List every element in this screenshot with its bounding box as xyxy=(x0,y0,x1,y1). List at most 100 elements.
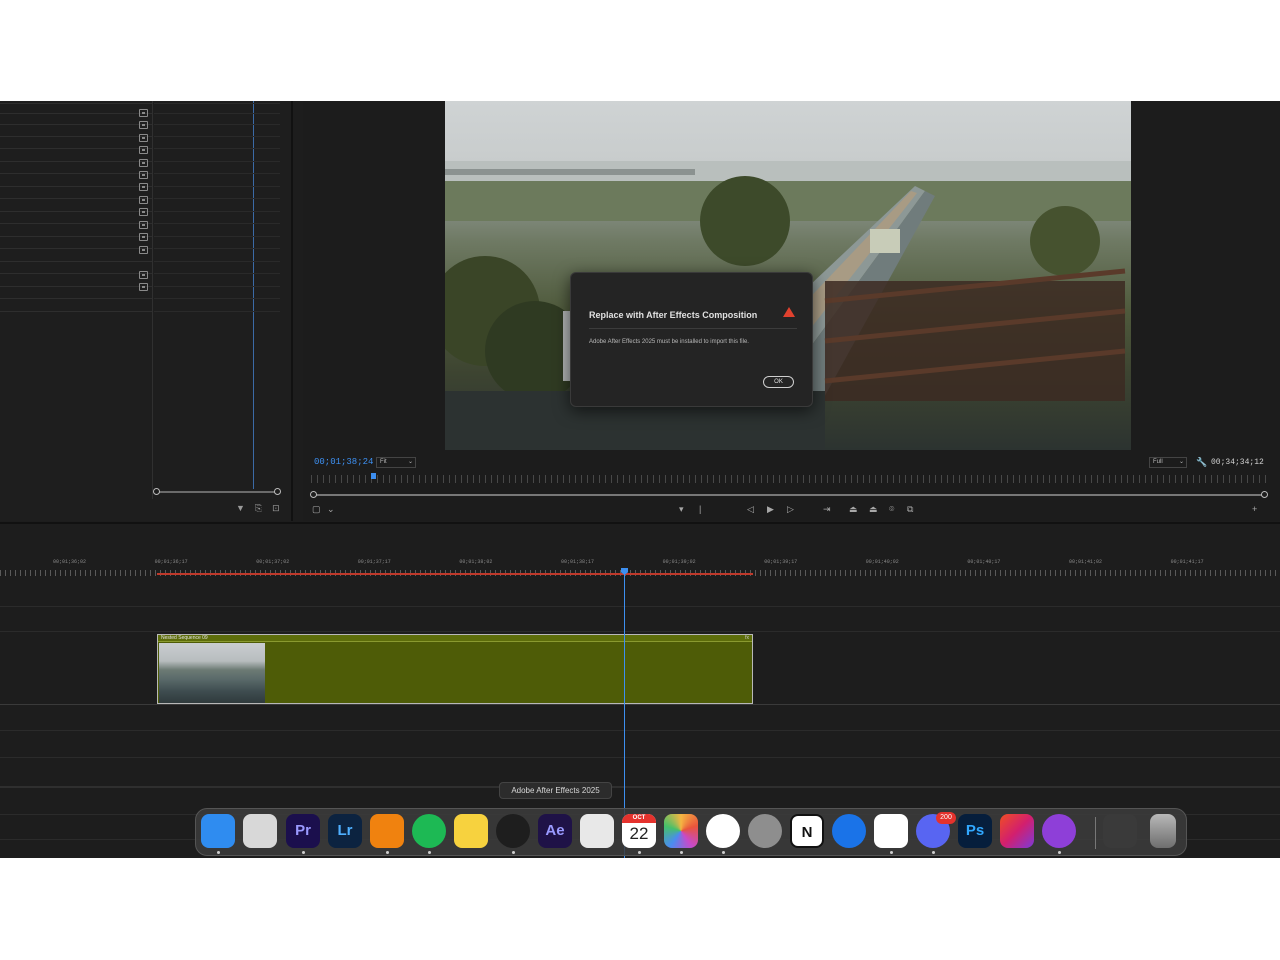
list-row-divider xyxy=(0,248,152,249)
ruler-timecode-label: 00;01;39;17 xyxy=(764,559,798,565)
safe-margins-icon[interactable]: ▢ xyxy=(312,504,321,515)
zoom-slider[interactable] xyxy=(153,488,281,495)
list-row-divider xyxy=(154,311,280,312)
sequence-icon[interactable] xyxy=(139,233,148,241)
lift-icon[interactable]: ⏏ xyxy=(849,504,858,515)
sequence-icon[interactable] xyxy=(139,171,148,179)
zoom-level-select[interactable]: Fit ⌄ xyxy=(376,457,416,468)
video-audio-separator[interactable] xyxy=(0,786,1280,788)
go-to-out-icon[interactable]: ⇥ xyxy=(823,504,831,515)
sequence-icon[interactable] xyxy=(139,146,148,154)
fl-studio-icon[interactable] xyxy=(370,814,404,848)
warning-icon xyxy=(783,307,795,317)
sequence-icon[interactable] xyxy=(139,109,148,117)
sequence-icon[interactable] xyxy=(139,121,148,129)
clip-thumbnail xyxy=(159,643,265,703)
launchpad-icon[interactable] xyxy=(243,814,277,848)
work-area-bar[interactable] xyxy=(157,573,753,575)
wrench-icon[interactable]: 🔧 xyxy=(1196,457,1207,468)
source-playhead[interactable] xyxy=(253,101,254,489)
nested-sequence-clip[interactable]: Nested Sequence 09 fx xyxy=(157,634,753,704)
after-effects-label: Ae xyxy=(545,822,565,839)
ruler-timecode-label: 00;01;39;02 xyxy=(662,559,696,565)
add-button-icon[interactable]: + xyxy=(1252,504,1257,514)
ok-button[interactable]: OK xyxy=(763,376,794,388)
finder-icon[interactable] xyxy=(201,814,235,848)
quicktime-icon[interactable] xyxy=(496,814,530,848)
list-row-divider xyxy=(0,148,152,149)
filter-icon[interactable]: ▼ xyxy=(236,503,245,514)
mark-in-icon[interactable]: ▾ xyxy=(679,504,684,515)
sequence-icon[interactable] xyxy=(139,134,148,142)
fx-badge[interactable]: fx xyxy=(745,635,749,641)
calendar-icon[interactable]: OCT 22 xyxy=(622,814,656,848)
list-row-divider xyxy=(0,273,152,274)
zoom-scroll-bar[interactable] xyxy=(310,491,1268,498)
list-row-divider xyxy=(0,298,152,299)
spotify-icon[interactable] xyxy=(412,814,446,848)
clip-header: Nested Sequence 09 fx xyxy=(158,635,752,642)
comparison-view-icon[interactable]: ⧉ xyxy=(907,504,913,515)
list-row-divider xyxy=(154,173,280,174)
sequence-icon[interactable] xyxy=(139,208,148,216)
mark-out-icon[interactable]: | xyxy=(699,504,701,514)
chrome-icon[interactable] xyxy=(706,814,740,848)
playback-resolution-select[interactable]: Full ⌄ xyxy=(1149,457,1187,468)
play-icon[interactable]: ▶ xyxy=(767,504,774,515)
sequence-icon[interactable] xyxy=(139,246,148,254)
sequence-icon[interactable] xyxy=(139,221,148,229)
sequence-icon[interactable] xyxy=(139,159,148,167)
step-forward-icon[interactable]: ▷ xyxy=(787,504,794,515)
list-row-divider xyxy=(0,261,152,262)
downloads-stack-icon[interactable] xyxy=(1103,814,1137,848)
panel-divider xyxy=(152,101,153,499)
slack-icon[interactable] xyxy=(874,814,908,848)
1password-icon[interactable] xyxy=(832,814,866,848)
scroll-start-handle[interactable] xyxy=(310,491,317,498)
export-frame-icon[interactable]: ⌾ xyxy=(889,504,894,515)
sequence-icon[interactable] xyxy=(139,271,148,279)
lightroom-icon[interactable]: Lr xyxy=(328,814,362,848)
list-row-divider xyxy=(0,103,152,104)
running-indicator xyxy=(932,851,935,854)
step-back-icon[interactable]: ◁ xyxy=(747,504,754,515)
ruler-timecode-label: 00;01;41;02 xyxy=(1069,559,1103,565)
scroll-end-handle[interactable] xyxy=(1261,491,1268,498)
chevron-down-icon[interactable]: ⌄ xyxy=(327,504,335,515)
running-indicator xyxy=(1058,851,1061,854)
running-indicator xyxy=(722,851,725,854)
photos-icon[interactable] xyxy=(664,814,698,848)
transport-controls: ▢ ⌄ ▾ | ◁ ▶ ▷ ⇥ ⏏ ⏏ ⌾ ⧉ + xyxy=(303,504,1280,518)
slider-start-handle[interactable] xyxy=(153,488,160,495)
calendar-month: OCT xyxy=(622,814,656,823)
monitor-playhead[interactable] xyxy=(371,473,376,479)
sequence-icon[interactable] xyxy=(139,183,148,191)
premiere-pro-icon[interactable]: Pr xyxy=(286,814,320,848)
lock-icon[interactable]: ⊡ xyxy=(272,503,280,514)
after-effects-icon[interactable]: Ae xyxy=(538,814,572,848)
notes-icon[interactable] xyxy=(454,814,488,848)
system-settings-icon[interactable] xyxy=(748,814,782,848)
notion-icon[interactable]: N xyxy=(790,814,824,848)
list-row-divider xyxy=(154,236,280,237)
podcasts-icon[interactable] xyxy=(1042,814,1076,848)
running-indicator xyxy=(890,851,893,854)
new-item-icon[interactable]: ⎘ xyxy=(255,503,262,514)
trash-icon[interactable] xyxy=(1150,814,1176,848)
monitor-time-ruler[interactable] xyxy=(311,475,1271,483)
dock-separator xyxy=(1095,817,1096,849)
list-row-divider xyxy=(154,161,280,162)
creative-cloud-icon[interactable] xyxy=(1000,814,1034,848)
slider-end-handle[interactable] xyxy=(274,488,281,495)
playhead-timecode[interactable]: 00;01;38;24 xyxy=(314,457,373,467)
track-divider xyxy=(0,631,1280,632)
photoshop-icon[interactable]: Ps xyxy=(958,814,992,848)
list-row-divider xyxy=(154,124,280,125)
extract-icon[interactable]: ⏏ xyxy=(869,504,878,515)
sequence-icon[interactable] xyxy=(139,196,148,204)
screenshot-icon[interactable] xyxy=(580,814,614,848)
list-row-divider xyxy=(154,136,280,137)
sequence-icon[interactable] xyxy=(139,283,148,291)
project-panel: ▼ ⎘ ⊡ xyxy=(0,101,293,521)
list-row-divider xyxy=(154,103,280,104)
